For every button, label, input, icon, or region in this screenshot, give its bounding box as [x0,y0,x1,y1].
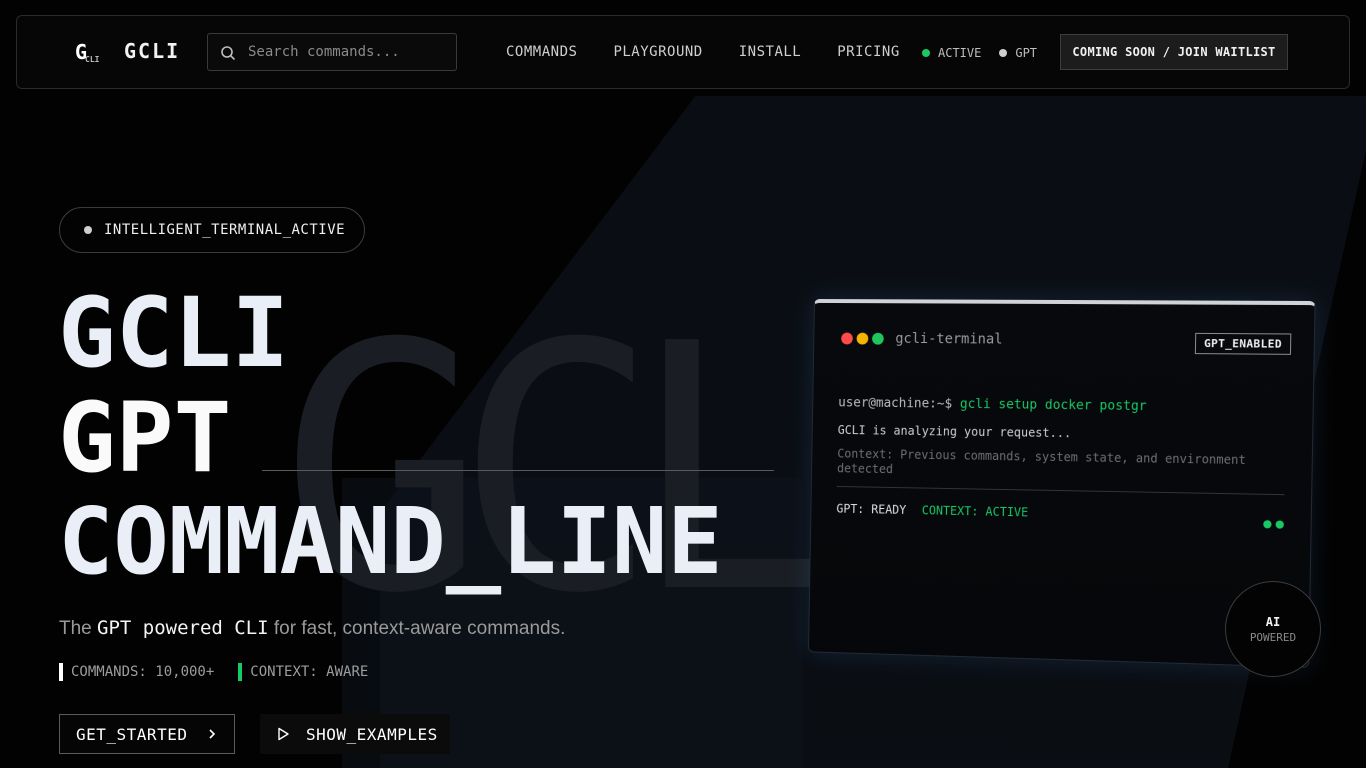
subtitle-suffix: for fast, context-aware commands. [268,618,566,639]
join-waitlist-button[interactable]: COMING SOON / JOIN WAITLIST [1060,34,1288,70]
hero-title-line-1: GCLI [58,277,290,389]
play-icon [278,727,289,741]
badge-label: INTELLIGENT_TERMINAL_ACTIVE [104,222,346,238]
terminal-prompt: user@machine:~$ [838,395,953,412]
status-active-dot-icon [922,49,930,57]
show-examples-label: SHOW_EXAMPLES [306,724,438,744]
terminal-command: gcli setup docker postgr [959,396,1147,415]
ai-badge-line-1: AI [1265,614,1281,629]
hero-stats: COMMANDS: 10,000+ CONTEXT: AWARE [59,663,368,681]
gpt-status: GPT: READY [836,501,907,517]
get-started-label: GET_STARTED [76,724,188,744]
nav-playground[interactable]: PLAYGROUND [613,44,702,60]
brand-name[interactable]: GCLI [124,39,180,63]
search-icon [221,46,236,61]
search-input[interactable] [248,42,448,62]
terminal-divider [836,485,1285,496]
status-active-label: ACTIVE [938,46,982,60]
nav-commands[interactable]: COMMANDS [506,44,577,60]
stat-commands: COMMANDS: 10,000+ [59,663,214,681]
logo-mark: G [75,40,87,64]
search-box[interactable] [207,33,457,71]
top-navbar: GCLI GCLI COMMANDS PLAYGROUND INSTALL PR… [16,15,1350,89]
status-indicators: ACTIVE GPT [922,46,1037,60]
ai-powered-badge: AI POWERED [1225,581,1321,677]
minimize-dot-icon [856,332,869,345]
terminal-output-line: GCLI is analyzing your request... [837,423,1072,441]
stat-context: CONTEXT: AWARE [238,663,368,681]
context-status: CONTEXT: ACTIVE [921,503,1029,520]
title-divider [262,470,774,471]
activity-indicator-icon [1263,520,1284,529]
gpt-enabled-badge: GPT_ENABLED [1194,332,1292,355]
chevron-right-icon [209,729,216,739]
maximize-dot-icon [872,332,884,345]
terminal-title: gcli-terminal [895,330,1003,348]
terminal-prompt-line: user@machine:~$ gcli setup docker postgr [838,395,1147,414]
terminal-active-badge: INTELLIGENT_TERMINAL_ACTIVE [59,207,365,253]
nav-install[interactable]: INSTALL [739,44,802,60]
get-started-button[interactable]: GET_STARTED [59,714,235,754]
show-examples-button[interactable]: SHOW_EXAMPLES [260,714,450,754]
nav-pricing[interactable]: PRICING [837,44,900,60]
status-gpt-label: GPT [1015,46,1038,60]
main-nav: COMMANDS PLAYGROUND INSTALL PRICING [506,44,900,60]
subtitle-prefix: The [59,618,98,639]
status-gpt-dot-icon [999,49,1008,57]
hero-title-line-3: COMMAND_LINE [58,488,723,595]
terminal-context-line: Context: Previous commands, system state… [836,446,1246,477]
terminal-status-bar: GPT: READY CONTEXT: ACTIVE [836,502,1028,520]
close-dot-icon [841,332,853,345]
logo-icon[interactable]: GCLI [75,40,100,64]
logo-mark-small: CLI [85,55,100,64]
subtitle-highlight: GPT powered CLI [97,617,269,639]
ai-badge-line-2: POWERED [1249,630,1297,644]
badge-dot-icon [84,226,92,234]
hero-subtitle: The GPT powered CLI for fast, context-aw… [59,617,565,640]
hero-title-line-2: GPT [58,382,232,494]
